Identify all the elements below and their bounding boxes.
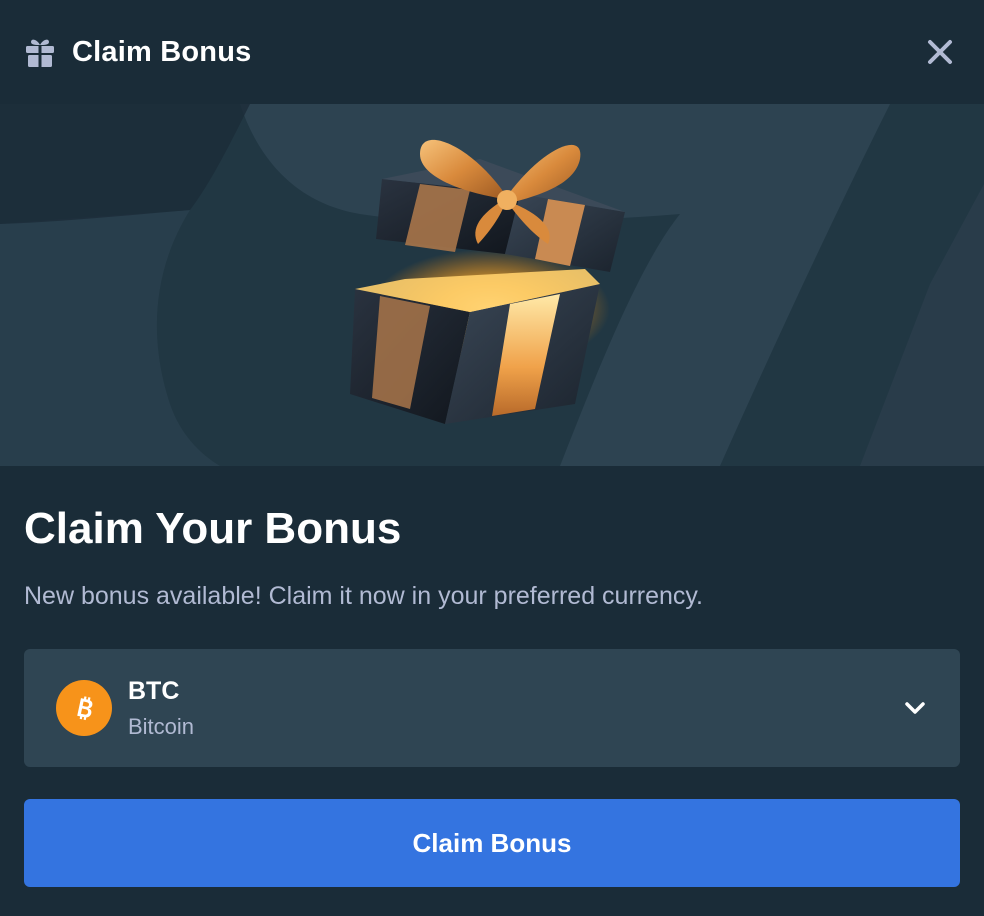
currency-name: Bitcoin [128,713,195,739]
claim-bonus-modal: Claim Bonus Claim Your Bonus New bonus a… [0,0,984,916]
bitcoin-icon [56,680,112,736]
page-title: Claim Your Bonus [24,504,402,553]
bonus-description: New bonus available! Claim it now in you… [24,582,704,610]
close-icon[interactable] [918,30,962,74]
claim-bonus-button[interactable]: Claim Bonus [24,799,960,887]
currency-code: BTC [128,676,180,705]
gift-icon [24,36,56,68]
modal-header: Claim Bonus [0,0,984,104]
chevron-down-icon[interactable] [902,695,928,721]
currency-select[interactable]: BTC Bitcoin [24,649,960,767]
bonus-banner [0,104,984,466]
currency-info: BTC Bitcoin [128,677,194,740]
modal-title: Claim Bonus [72,35,252,68]
